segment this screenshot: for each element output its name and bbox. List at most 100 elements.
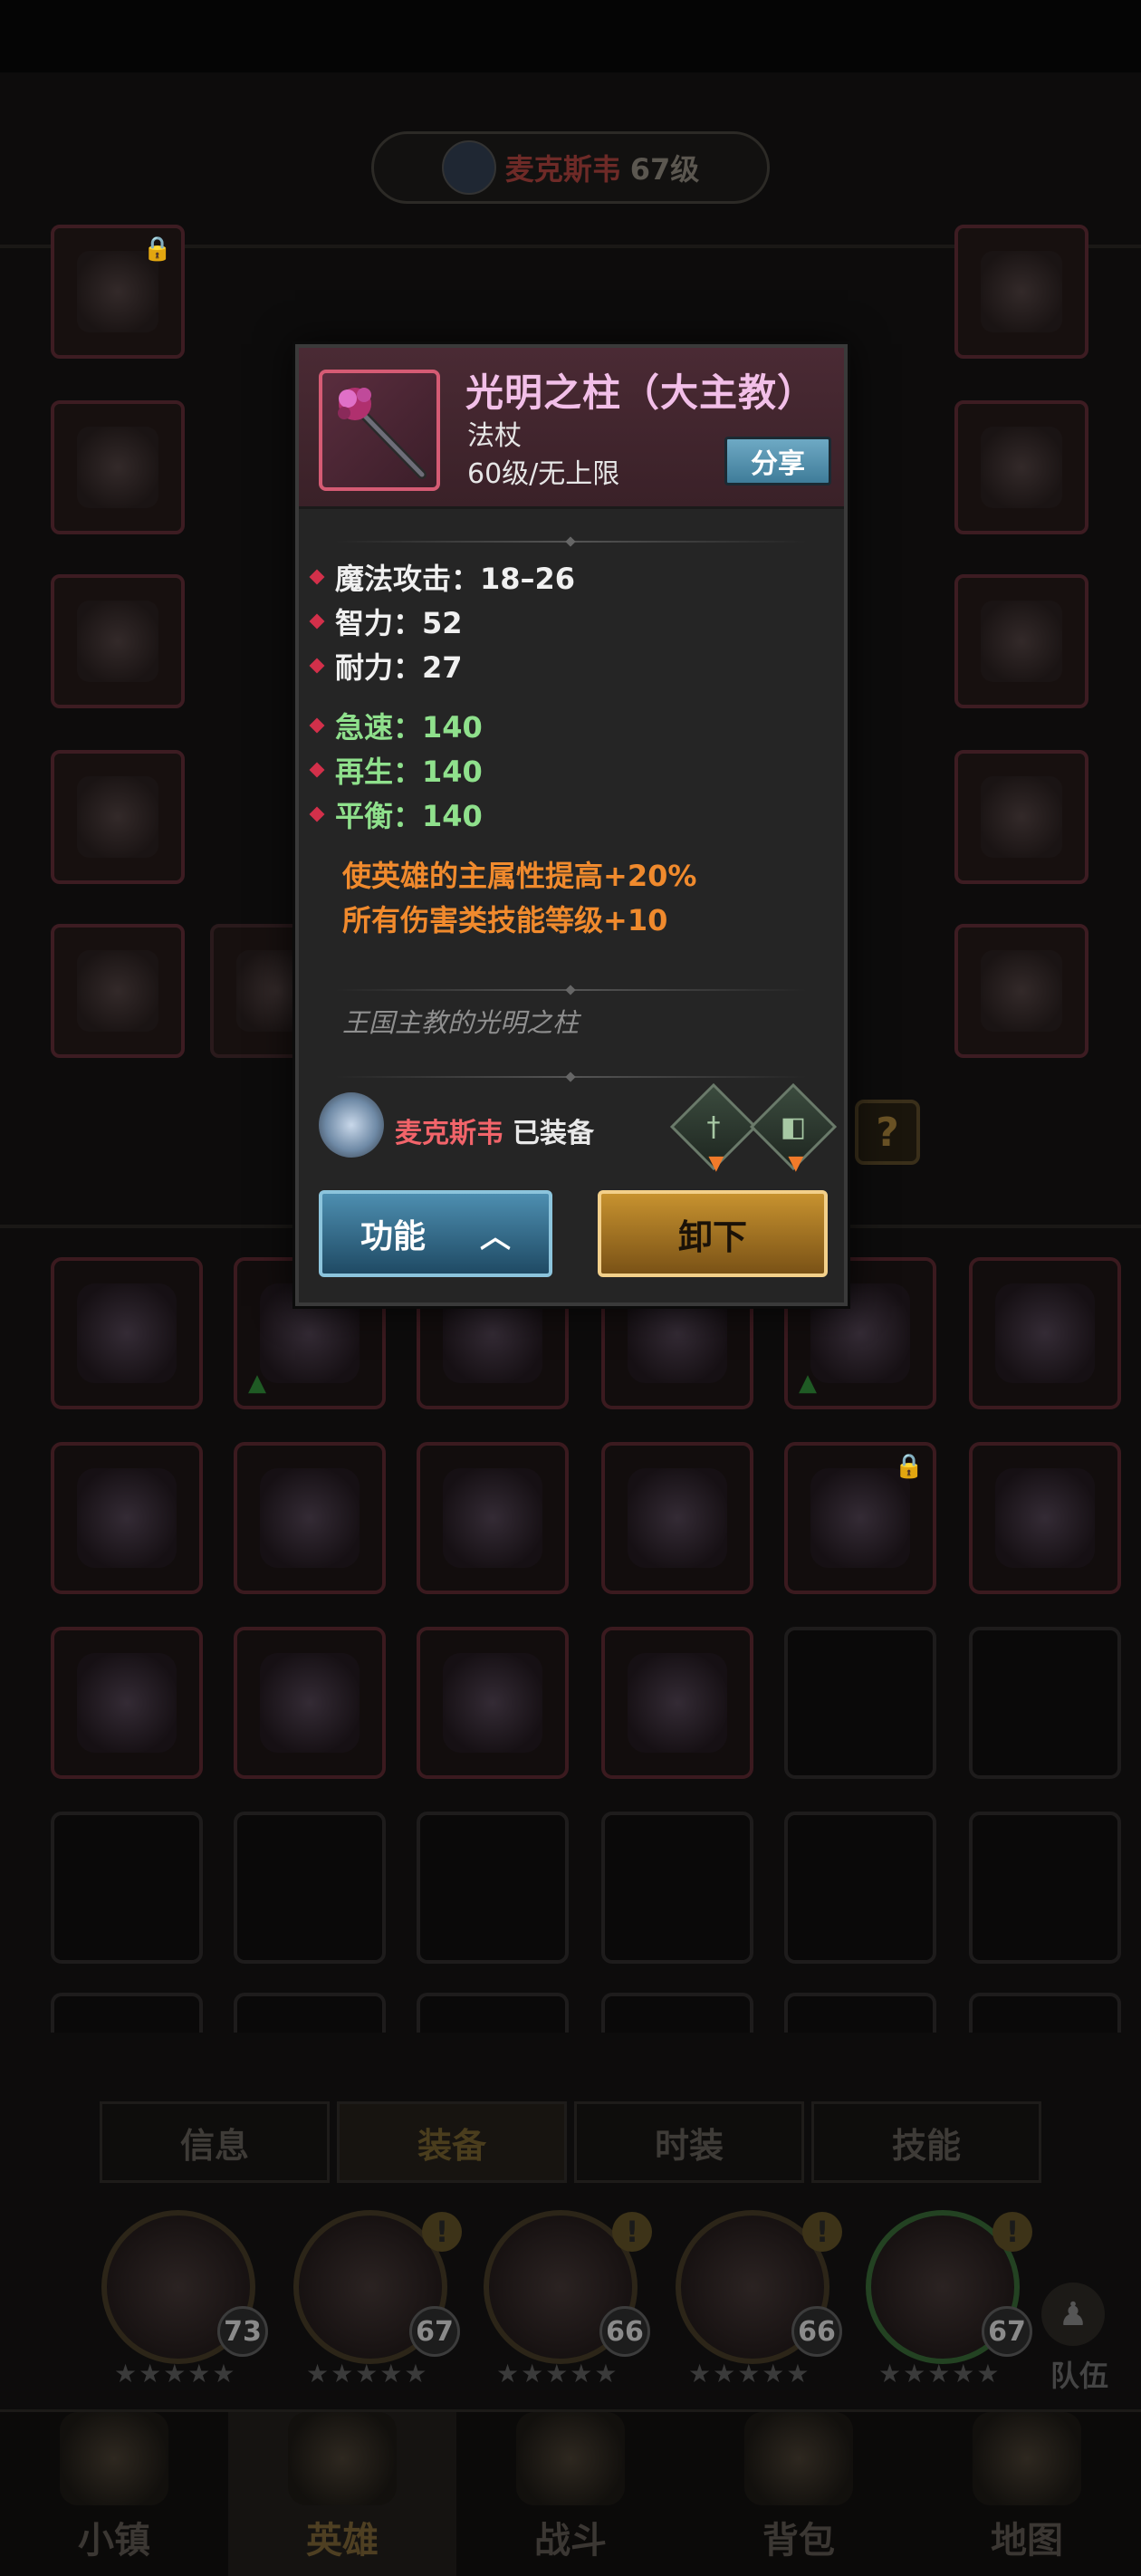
ring-icon xyxy=(77,776,158,858)
trophy-icon xyxy=(628,1653,727,1753)
stat-text: 耐力：27 xyxy=(335,650,463,685)
nav-town[interactable]: 小镇 xyxy=(0,2412,228,2576)
inventory-slot-empty[interactable] xyxy=(784,1627,936,1779)
item-type: 法杖 xyxy=(467,420,522,452)
inventory-slot-empty[interactable] xyxy=(969,1627,1121,1779)
crossed-swords-icon xyxy=(516,2412,625,2505)
equip-slot-scepter[interactable] xyxy=(954,924,1088,1058)
equip-slot-ring[interactable] xyxy=(51,750,185,884)
equip-slot-cloak[interactable] xyxy=(954,225,1088,359)
amulet-icon xyxy=(810,1468,910,1568)
hero-level-badge: 66 xyxy=(791,2306,842,2357)
inventory-slot-empty[interactable] xyxy=(234,1812,386,1964)
boots-icon xyxy=(77,1653,177,1753)
equip-slot-weapon[interactable] xyxy=(51,924,185,1058)
charm-icon xyxy=(77,601,158,682)
nav-label: 小镇 xyxy=(78,2520,150,2562)
inventory-slot[interactable] xyxy=(51,1442,203,1594)
help-button[interactable]: ? xyxy=(855,1100,920,1165)
chevron-up-icon: ︿ xyxy=(480,1218,511,1255)
inventory-slot-empty[interactable] xyxy=(417,1993,569,2033)
function-label: 功能 xyxy=(360,1218,426,1255)
inventory-slot[interactable] xyxy=(601,1627,753,1779)
upgrade-arrow-icon: ▲ xyxy=(799,1370,817,1397)
equip-slot-charm[interactable] xyxy=(51,574,185,708)
hero-level-badge: 67 xyxy=(982,2306,1032,2357)
hero-stars: ★★★★★ xyxy=(878,2359,1002,2389)
inventory-slot-empty[interactable] xyxy=(969,1993,1121,2033)
ring-icon xyxy=(981,776,1062,858)
backpack-icon xyxy=(744,2412,853,2505)
ring-icon xyxy=(995,1468,1095,1568)
equip-slot-necklace[interactable] xyxy=(51,400,185,534)
inventory-slot[interactable] xyxy=(969,1257,1121,1409)
function-button[interactable]: 功能 ︿ xyxy=(319,1190,552,1277)
town-icon xyxy=(60,2412,168,2505)
pants-icon xyxy=(981,427,1062,508)
item-icon-frame xyxy=(319,370,440,491)
down-arrow-icon: ▼ xyxy=(788,1151,804,1175)
bottom-nav: 小镇 英雄 战斗 背包 地图 xyxy=(0,2409,1141,2576)
tab-info[interactable]: 信息 xyxy=(100,2101,330,2183)
item-effect: 所有伤害类技能等级+10 xyxy=(342,903,668,937)
alert-icon: ! xyxy=(802,2212,842,2252)
divider xyxy=(335,541,806,543)
hero-header: 麦克斯韦 67级 xyxy=(371,131,770,204)
inventory-slot[interactable] xyxy=(51,1627,203,1779)
stat-text: 平衡：140 xyxy=(335,799,483,833)
nav-battle[interactable]: 战斗 xyxy=(456,2412,685,2576)
tab-equipment[interactable]: 装备 xyxy=(337,2101,567,2183)
sword-icon: † xyxy=(706,1110,721,1143)
nav-backpack[interactable]: 背包 xyxy=(685,2412,913,2576)
inventory-slot[interactable] xyxy=(234,1627,386,1779)
inventory-slot[interactable] xyxy=(234,1442,386,1594)
hero-stars: ★★★★★ xyxy=(306,2359,429,2389)
helmet-icon xyxy=(77,1468,177,1568)
tab-skills[interactable]: 技能 xyxy=(811,2101,1041,2183)
inventory-slot-empty[interactable] xyxy=(784,1812,936,1964)
item-level-requirement: 60级/无上限 xyxy=(467,458,620,490)
inventory-slot-empty[interactable] xyxy=(51,1812,203,1964)
inventory-slot-empty[interactable] xyxy=(784,1993,936,2033)
orb-icon xyxy=(260,1653,360,1753)
compare-weapon-button[interactable]: † ▼ xyxy=(669,1082,758,1175)
inventory-slot[interactable] xyxy=(51,1257,203,1409)
nav-hero[interactable]: 英雄 xyxy=(228,2412,456,2576)
alert-icon: ! xyxy=(992,2212,1032,2252)
equip-slot-pants[interactable] xyxy=(954,400,1088,534)
nav-label: 地图 xyxy=(991,2520,1063,2562)
nav-map[interactable]: 地图 xyxy=(913,2412,1141,2576)
inventory-slot[interactable]: 🔒 xyxy=(784,1442,936,1594)
cloak-icon xyxy=(981,251,1062,332)
inventory-slot[interactable] xyxy=(969,1442,1121,1594)
stat-balance: 平衡：140 xyxy=(309,793,483,835)
equip-slot-boots[interactable] xyxy=(954,574,1088,708)
hero-icon xyxy=(288,2412,397,2505)
inventory-slot-empty[interactable] xyxy=(969,1812,1121,1964)
equipped-label: 已装备 xyxy=(513,1118,594,1149)
team-icon[interactable]: ♟ xyxy=(1041,2283,1105,2346)
inventory-slot-empty[interactable] xyxy=(51,1993,203,2033)
hero-stars: ★★★★★ xyxy=(688,2359,811,2389)
equip-slot-helmet[interactable]: 🔒 xyxy=(51,225,185,359)
bullet-icon xyxy=(309,762,325,778)
inventory-slot-empty[interactable] xyxy=(234,1993,386,2033)
share-button[interactable]: 分享 xyxy=(724,437,831,485)
unequip-button[interactable]: 卸下 xyxy=(598,1190,828,1277)
equip-slot-ring2[interactable] xyxy=(954,750,1088,884)
nav-label: 英雄 xyxy=(306,2520,379,2562)
inventory-slot-empty[interactable] xyxy=(417,1812,569,1964)
hero-level-badge: 67 xyxy=(409,2306,460,2357)
inventory-slot[interactable] xyxy=(601,1442,753,1594)
tab-fashion[interactable]: 时装 xyxy=(574,2101,804,2183)
inventory-slot-empty[interactable] xyxy=(601,1993,753,2033)
inventory-slot-empty[interactable] xyxy=(601,1812,753,1964)
compare-armor-button[interactable]: ◧ ▼ xyxy=(749,1082,838,1175)
inventory-slot[interactable] xyxy=(417,1442,569,1594)
inventory-slot[interactable] xyxy=(417,1627,569,1779)
lock-icon: 🔒 xyxy=(894,1453,924,1480)
equipped-hero-avatar xyxy=(319,1092,384,1158)
helmet-icon xyxy=(260,1468,360,1568)
divider xyxy=(335,1076,806,1078)
nav-label: 背包 xyxy=(762,2520,835,2562)
